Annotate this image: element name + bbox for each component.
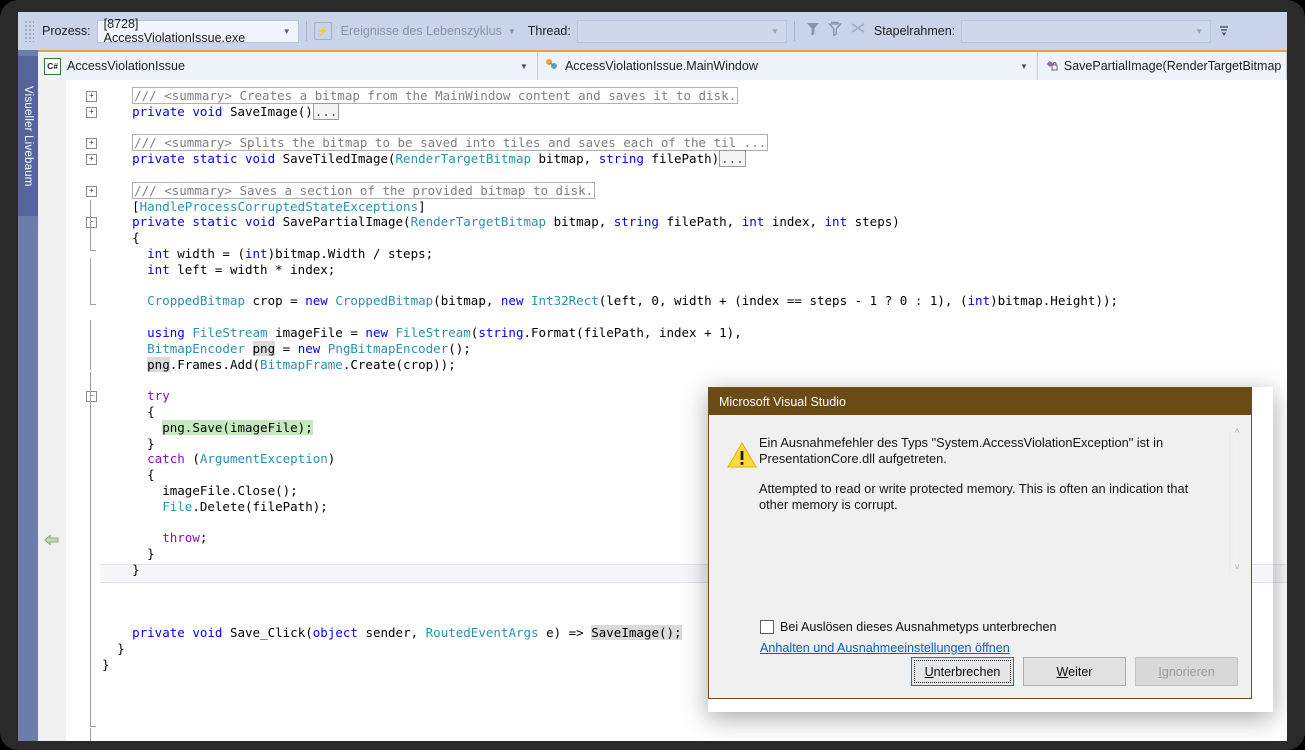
dialog-message: Ein Ausnahmefehler des Typs "System.Acce… xyxy=(759,435,1207,527)
class-chevron-down-icon: ▼ xyxy=(1019,61,1028,71)
outline-guide-tick xyxy=(90,726,96,727)
navbar-project-label: AccessViolationIssue xyxy=(67,59,185,73)
outline-expand-icon[interactable]: + xyxy=(86,106,97,118)
outline-guide-tick xyxy=(90,304,96,305)
outlining-margin[interactable]: + + + + + − − xyxy=(84,80,98,741)
tool-window-strip: Visueller Livebaum xyxy=(18,50,38,741)
break-on-exception-checkbox[interactable] xyxy=(760,620,774,634)
class-icon xyxy=(544,57,559,75)
funnel-clear-icon[interactable] xyxy=(827,21,842,41)
stackframe-chevron-down-icon: ▼ xyxy=(1195,26,1204,36)
outline-guide-line xyxy=(90,372,91,726)
dialog-scrollbar-track[interactable] xyxy=(1236,441,1237,561)
continue-button[interactable]: Weiter xyxy=(1023,657,1126,686)
chevron-up-icon[interactable]: ^ xyxy=(1231,429,1243,439)
dialog-titlebar: Microsoft Visual Studio xyxy=(709,388,1251,415)
outline-collapse-icon[interactable]: − xyxy=(86,391,97,403)
funnel-icon[interactable] xyxy=(806,21,820,41)
dialog-scrollbar[interactable]: ^ ˅ xyxy=(1229,429,1243,573)
screenshot-root: Prozess: [8728] AccessViolationIssue.exe… xyxy=(0,0,1305,750)
csharp-file-icon: C# xyxy=(44,57,61,75)
sidebar-tab-label: Visueller Livebaum xyxy=(22,85,34,187)
navbar-project-dropdown[interactable]: C# AccessViolationIssue ▼ xyxy=(38,52,538,80)
outline-expand-icon[interactable]: + xyxy=(86,138,97,150)
outline-expand-icon[interactable]: + xyxy=(86,185,97,197)
break-on-exception-checkbox-row[interactable]: Bei Auslösen dieses Ausnahmetyps unterbr… xyxy=(760,620,1057,634)
exception-dialog: Microsoft Visual Studio Ein Ausnahmefehl… xyxy=(708,387,1252,699)
private-method-icon xyxy=(1044,57,1059,75)
process-combobox[interactable]: [8728] AccessViolationIssue.exe ▼ xyxy=(96,17,299,45)
outline-guide-line xyxy=(90,258,91,304)
stackframe-combobox[interactable]: ▼ xyxy=(961,19,1212,43)
crossed-filter-icon[interactable] xyxy=(850,21,866,41)
stackframe-label: Stapelrahmen: xyxy=(873,24,956,38)
break-on-exception-label: Bei Auslösen dieses Ausnahmetyps unterbr… xyxy=(780,620,1057,634)
chevron-down-icon[interactable]: ˅ xyxy=(1231,563,1243,573)
navbar-class-label: AccessViolationIssue.MainWindow xyxy=(564,59,758,73)
warning-triangle-icon xyxy=(727,442,757,474)
dialog-message-line-2: Attempted to read or write protected mem… xyxy=(759,481,1189,512)
break-button[interactable]: Unterbrechen xyxy=(911,657,1014,686)
toolbar-separator-2 xyxy=(793,21,795,41)
ignore-button-label: Ignorieren xyxy=(1158,664,1215,679)
outline-expand-icon[interactable]: + xyxy=(86,91,97,102)
dialog-title: Microsoft Visual Studio xyxy=(719,394,846,409)
process-label: Prozess: xyxy=(42,24,91,38)
lifecycle-events-label[interactable]: Ereignisse des Lebenszyklus xyxy=(341,24,502,38)
lifecycle-chevron-down-icon: ▼ xyxy=(507,26,516,36)
thread-chevron-down-icon: ▼ xyxy=(770,26,779,36)
outline-guide-line xyxy=(90,200,91,250)
dialog-message-line-1: Ein Ausnahmefehler des Typs "System.Acce… xyxy=(759,435,1164,466)
lightning-bolt-icon: ⚡ xyxy=(313,22,332,40)
sidebar-tab-live-visual-tree[interactable]: Visueller Livebaum xyxy=(18,56,38,216)
outline-guide-line xyxy=(90,320,91,370)
window-frame: Prozess: [8728] AccessViolationIssue.exe… xyxy=(0,0,1305,750)
process-value: [8728] AccessViolationIssue.exe xyxy=(103,17,246,45)
toolbar-grip[interactable] xyxy=(24,20,34,42)
dialog-button-row: Unterbrechen Weiter Ignorieren xyxy=(911,657,1238,686)
chevron-down-icon: ▼ xyxy=(282,26,291,36)
thread-label: Thread: xyxy=(527,24,571,38)
visual-studio-window: Prozess: [8728] AccessViolationIssue.exe… xyxy=(18,12,1287,741)
current-statement-arrow-icon xyxy=(44,533,62,547)
outline-collapse-icon[interactable]: − xyxy=(86,217,97,229)
toolbar-separator xyxy=(305,21,307,41)
outline-expand-icon[interactable]: + xyxy=(86,154,97,166)
navbar-member-label: SavePartialImage(RenderTargetBitmap b xyxy=(1063,59,1283,73)
continue-button-label: Weiter xyxy=(1056,664,1093,679)
project-chevron-down-icon: ▼ xyxy=(520,61,528,71)
debug-toolbar: Prozess: [8728] AccessViolationIssue.exe… xyxy=(18,12,1287,51)
thread-combobox[interactable]: ▼ xyxy=(576,19,787,43)
ignore-button: Ignorieren xyxy=(1135,657,1238,686)
navbar-member-dropdown[interactable]: SavePartialImage(RenderTargetBitmap b xyxy=(1037,52,1287,80)
exception-settings-link[interactable]: Anhalten und Ausnahmeeinstellungen öffne… xyxy=(760,641,1010,655)
outline-guide-tick xyxy=(90,250,96,251)
dialog-body: Ein Ausnahmefehler des Typs "System.Acce… xyxy=(709,415,1251,698)
editor-navigation-bar: C# AccessViolationIssue ▼ AccessViolatio… xyxy=(38,50,1287,82)
indicator-margin[interactable] xyxy=(38,80,67,741)
toolbar-overflow-icon[interactable] xyxy=(1217,23,1231,40)
navbar-class-dropdown[interactable]: AccessViolationIssue.MainWindow ▼ xyxy=(537,52,1038,80)
outline-guide-line xyxy=(90,728,91,741)
break-button-label: Unterbrechen xyxy=(924,664,1001,679)
